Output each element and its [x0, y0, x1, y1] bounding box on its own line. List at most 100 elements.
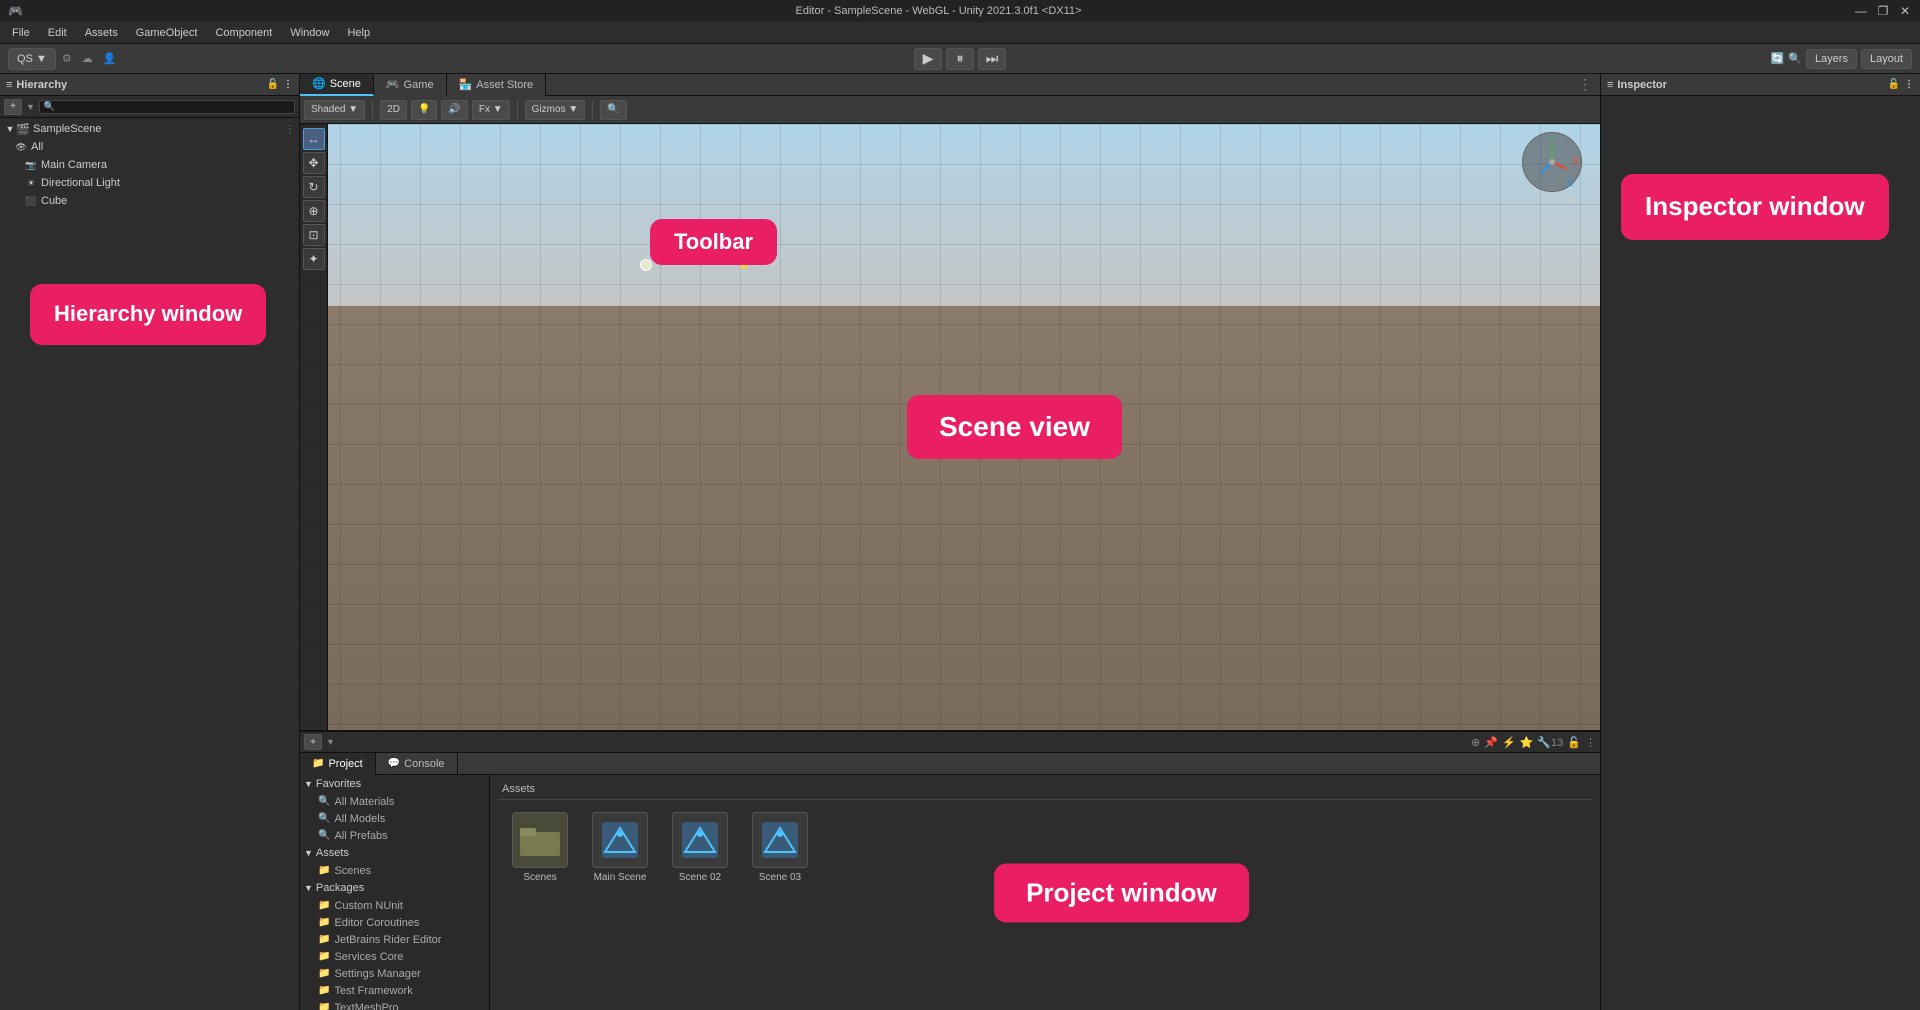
project-toolbar-icon4[interactable]: ⭐: [1520, 736, 1534, 749]
project-more-icon[interactable]: ⋮: [1585, 736, 1596, 749]
menu-gameobject[interactable]: GameObject: [128, 25, 206, 41]
proj-all-prefabs[interactable]: 🔍 All Prefabs: [300, 827, 489, 844]
hierarchy-content: ▼ 🎬 SampleScene ⋮ 👁 All 📷 Main Camera ☀ …: [0, 118, 299, 1010]
scene-tabs-more[interactable]: ⋮: [1570, 76, 1600, 93]
project-toolbar-icon2[interactable]: 📌: [1484, 736, 1498, 749]
proj-all-materials[interactable]: 🔍 All Materials: [300, 793, 489, 810]
layout-dropdown[interactable]: Layout: [1861, 49, 1912, 69]
play-button[interactable]: ▶: [914, 48, 942, 70]
asset-scenes[interactable]: Scenes: [506, 812, 574, 883]
scene-viewport[interactable]: ↔ ✥ ↻ ⊕ ⊡ ✦ Scene view Toolbar: [300, 124, 1600, 730]
pause-button[interactable]: ⏸: [946, 48, 974, 70]
close-button[interactable]: ✕: [1898, 4, 1912, 18]
nunit-label: Custom NUnit: [334, 900, 402, 912]
menu-edit[interactable]: Edit: [40, 25, 75, 41]
menu-component[interactable]: Component: [207, 25, 280, 41]
materials-icon: 🔍: [318, 796, 330, 807]
hierarchy-search-icon: 🔍: [44, 101, 55, 112]
inspector-lock-icon[interactable]: 🔓: [1888, 79, 1900, 90]
toolbar-icon2: ☁: [82, 52, 93, 65]
menubar: File Edit Assets GameObject Component Wi…: [0, 22, 1920, 44]
gizmo-x: X: [1572, 157, 1579, 168]
inspector-more-icon[interactable]: ⋮: [1904, 79, 1914, 90]
tmp-icon: 📁: [318, 1002, 330, 1010]
project-toolbar-icon1[interactable]: ⊕: [1471, 736, 1480, 749]
menu-window[interactable]: Window: [282, 25, 337, 41]
dirlight-icon: ☀: [24, 176, 38, 190]
gizmo-z: Z: [1567, 178, 1573, 189]
search-button[interactable]: 🔍: [600, 100, 626, 120]
hier-item-samplescene[interactable]: ▼ 🎬 SampleScene ⋮: [0, 120, 299, 138]
settings-icon: 📁: [318, 968, 330, 979]
menu-help[interactable]: Help: [339, 25, 378, 41]
proj-custom-nunit[interactable]: 📁 Custom NUnit: [300, 897, 489, 914]
tab-project[interactable]: 📁 Project: [300, 753, 376, 775]
samplescene-more[interactable]: ⋮: [285, 124, 295, 135]
minimize-button[interactable]: —: [1854, 4, 1868, 18]
project-assets: Assets Scenes: [490, 775, 1600, 1010]
proj-editor-coroutines[interactable]: 📁 Editor Coroutines: [300, 914, 489, 931]
models-icon: 🔍: [318, 813, 330, 824]
step-button[interactable]: ⏭: [978, 48, 1006, 70]
layers-dropdown[interactable]: Layers: [1806, 49, 1857, 69]
project-sidebar: ▼ Favorites 🔍 All Materials 🔍 All Models: [300, 775, 490, 1010]
coroutines-icon: 📁: [318, 917, 330, 928]
tab-console[interactable]: 💬 Console: [376, 753, 458, 775]
project-lock-icon[interactable]: 🔓: [1567, 736, 1581, 749]
lighting-button[interactable]: 💡: [411, 100, 437, 120]
proj-rider-editor[interactable]: 📁 JetBrains Rider Editor: [300, 931, 489, 948]
2d-button[interactable]: 2D: [380, 100, 407, 120]
hierarchy-search-box[interactable]: 🔍: [39, 100, 295, 114]
bottom-toolbar: + ▼ ⊕ 📌 ⚡ ⭐ 🔧13 🔓 ⋮: [300, 731, 1600, 753]
inspector-menu-icon: ≡: [1607, 79, 1613, 91]
menu-assets[interactable]: Assets: [77, 25, 126, 41]
restore-button[interactable]: ❐: [1876, 4, 1890, 18]
menu-file[interactable]: File: [4, 25, 38, 41]
hierarchy-title: Hierarchy: [16, 79, 67, 91]
titlebar-icon: 🎮: [8, 4, 23, 18]
bottom-panel: + ▼ ⊕ 📌 ⚡ ⭐ 🔧13 🔓 ⋮ 📁 Project 💬 Console: [300, 730, 1600, 1010]
proj-scenes[interactable]: 📁 Scenes: [300, 862, 489, 879]
cube-icon: ⬛: [24, 194, 38, 208]
packages-arrow: ▼: [304, 883, 313, 893]
tab-game[interactable]: 🎮 Game: [374, 74, 447, 96]
project-add-button[interactable]: +: [304, 734, 322, 750]
samplescene-arrow: ▼: [4, 124, 16, 134]
project-toolbar-icon3[interactable]: ⚡: [1502, 736, 1516, 749]
hier-item-dirlight[interactable]: ☀ Directional Light: [0, 174, 299, 192]
favorites-header[interactable]: ▼ Favorites: [300, 775, 489, 793]
gizmos-button[interactable]: Gizmos ▼: [525, 100, 586, 120]
all-models-label: All Models: [334, 813, 385, 825]
settings-label: Settings Manager: [334, 968, 420, 980]
proj-textmeshpro[interactable]: 📁 TextMeshPro: [300, 999, 489, 1010]
hier-item-maincamera[interactable]: 📷 Main Camera: [0, 156, 299, 174]
scene-sun-object: [740, 261, 748, 269]
proj-services-core[interactable]: 📁 Services Core: [300, 948, 489, 965]
shaded-dropdown[interactable]: Shaded ▼: [304, 100, 365, 120]
tab-assetstore[interactable]: 🏪 Asset Store: [447, 74, 547, 96]
proj-all-models[interactable]: 🔍 All Models: [300, 810, 489, 827]
hier-item-all[interactable]: 👁 All: [0, 138, 299, 156]
gizmo-y: Y: [1549, 135, 1556, 146]
play-controls: ▶ ⏸ ⏭: [914, 48, 1006, 70]
hierarchy-menu-icon: ≡: [6, 79, 12, 91]
proj-test-framework[interactable]: 📁 Test Framework: [300, 982, 489, 999]
asset-mainscene[interactable]: Main Scene: [586, 812, 654, 883]
packages-header[interactable]: ▼ Packages: [300, 879, 489, 897]
assets-section-header[interactable]: ▼ Assets: [300, 844, 489, 862]
hierarchy-more-icon[interactable]: ⋮: [283, 79, 293, 90]
fx-button[interactable]: Fx ▼: [472, 100, 510, 120]
packages-label: Packages: [316, 882, 364, 894]
hierarchy-lock-icon[interactable]: 🔓: [267, 79, 279, 90]
asset-scene02[interactable]: Scene 02: [666, 812, 734, 883]
hierarchy-add-button[interactable]: +: [4, 99, 22, 115]
titlebar-title: Editor - SampleScene - WebGL - Unity 202…: [796, 5, 1082, 17]
tab-scene[interactable]: 🌐 Scene: [300, 74, 374, 96]
audio-button[interactable]: 🔊: [441, 100, 467, 120]
project-toolbar-icon5[interactable]: 🔧13: [1537, 736, 1563, 749]
asset-scene03[interactable]: Scene 03: [746, 812, 814, 883]
gizmo-persp-label: ◄ Persp: [1522, 194, 1592, 204]
qs-dropdown[interactable]: QS ▼: [8, 48, 56, 70]
proj-settings-manager[interactable]: 📁 Settings Manager: [300, 965, 489, 982]
hier-item-cube[interactable]: ⬛ Cube: [0, 192, 299, 210]
